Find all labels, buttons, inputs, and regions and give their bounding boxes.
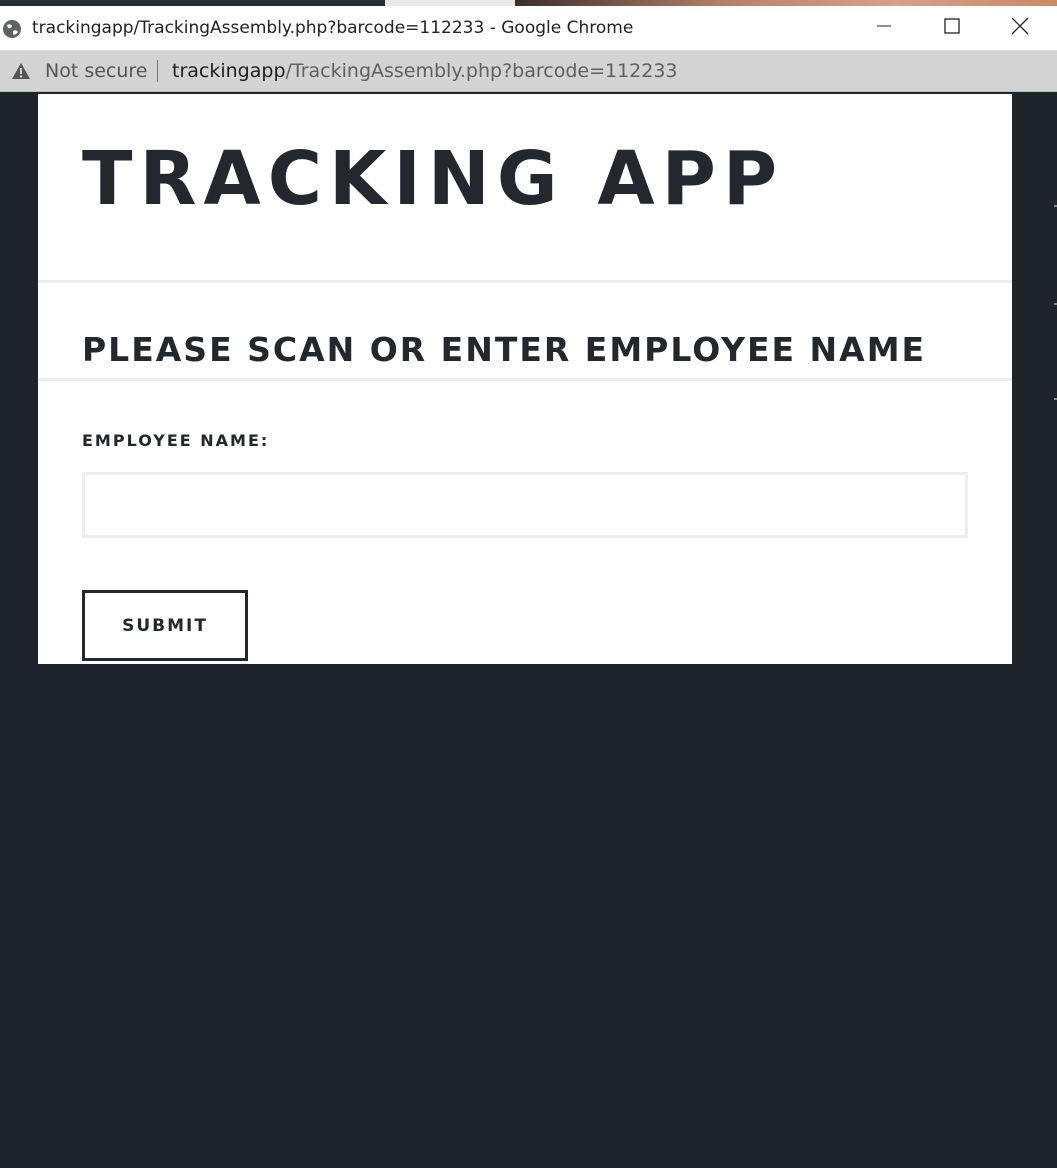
- maximize-button[interactable]: [918, 6, 986, 50]
- divider: [38, 378, 1012, 381]
- url-text[interactable]: trackingapp/TrackingAssembly.php?barcode…: [172, 60, 678, 82]
- warning-icon[interactable]: [11, 62, 31, 80]
- close-button[interactable]: [986, 6, 1054, 50]
- submit-button[interactable]: SUBMIT: [82, 590, 248, 661]
- globe-icon: [2, 19, 22, 39]
- close-icon: [1011, 17, 1029, 39]
- section-heading: PLEASE SCAN OR ENTER EMPLOYEE NAME: [82, 330, 927, 369]
- page-content: TRACKING APP PLEASE SCAN OR ENTER EMPLOY…: [38, 94, 1012, 664]
- url-path: /TrackingAssembly.php?barcode=112233: [285, 60, 678, 82]
- minimize-button[interactable]: [850, 6, 918, 50]
- security-status[interactable]: Not secure: [45, 60, 148, 82]
- window-title: trackingapp/TrackingAssembly.php?barcode…: [32, 18, 634, 38]
- minimize-icon: [876, 18, 892, 38]
- divider: [38, 280, 1012, 283]
- page-title: TRACKING APP: [82, 136, 785, 222]
- address-bar[interactable]: Not secure trackingapp/TrackingAssembly.…: [0, 51, 1057, 92]
- maximize-icon: [944, 18, 960, 38]
- employee-name-label: EMPLOYEE NAME:: [82, 431, 270, 450]
- window-titlebar: trackingapp/TrackingAssembly.php?barcode…: [0, 6, 1057, 51]
- url-host: trackingapp: [172, 60, 286, 82]
- address-separator: [157, 60, 158, 82]
- employee-name-input[interactable]: [82, 472, 968, 538]
